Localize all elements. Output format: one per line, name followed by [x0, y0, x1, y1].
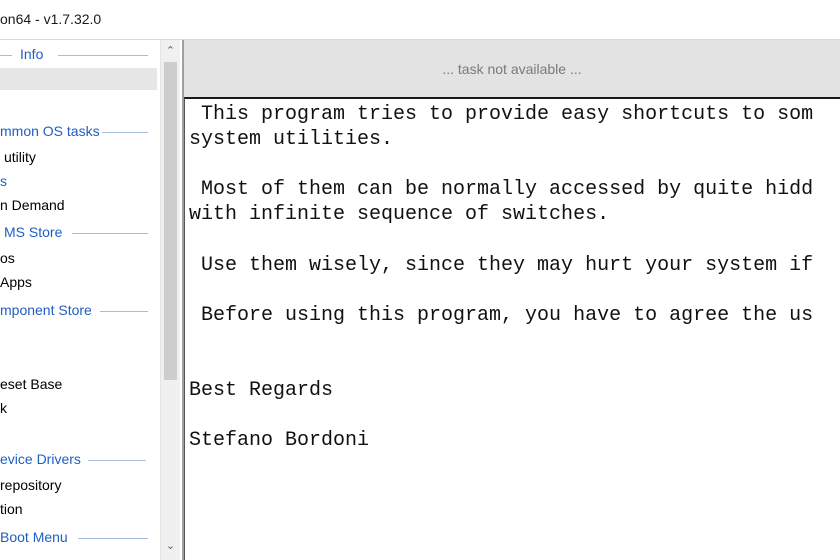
sidebar-item-os[interactable]: os [0, 250, 15, 266]
sidebar-scrollbar[interactable]: ⌃ ⌄ [160, 40, 180, 560]
task-status-text: ... task not available ... [442, 61, 582, 77]
sidebar-item-utility[interactable]: utility [4, 149, 36, 165]
section-header-device-drivers: evice Drivers [0, 451, 148, 467]
window-title: on64 - v1.7.32.0 [0, 11, 102, 27]
sidebar-item-reset-base[interactable]: eset Base [0, 376, 62, 392]
sidebar: Info mmon OS tasks utility s n Demand MS… [0, 40, 184, 560]
signature-name: Stefano Bordoni [189, 429, 370, 452]
task-bar: ... task not available ... [184, 40, 840, 97]
sidebar-item-apps[interactable]: Apps [0, 274, 32, 290]
info-text-area[interactable]: This program tries to provide easy short… [184, 97, 840, 560]
sidebar-item-s[interactable]: s [0, 173, 7, 189]
section-header-label: MS Store [4, 224, 69, 240]
info-text-line: Before using this program, you have to a… [189, 304, 814, 327]
section-header-boot-menu: Boot Menu [0, 529, 148, 545]
scroll-up-icon[interactable]: ⌃ [161, 41, 180, 61]
section-header-ms-store: MS Store [0, 224, 148, 240]
info-text-line: Most of them can be normally accessed by… [189, 178, 814, 201]
section-divider [58, 55, 148, 56]
info-text-line: with infinite sequence of switches. [189, 203, 610, 226]
sidebar-item-k[interactable]: k [0, 400, 7, 416]
sidebar-item-repository[interactable]: repository [0, 477, 61, 493]
section-header-common-os-tasks: mmon OS tasks [0, 123, 148, 139]
info-text-line: Use them wisely, since they may hurt you… [189, 254, 814, 277]
section-divider [0, 55, 12, 56]
sidebar-item-selected[interactable] [0, 68, 157, 90]
section-divider [72, 233, 148, 234]
info-text-line: system utilities. [189, 128, 394, 151]
title-bar: on64 - v1.7.32.0 [0, 0, 840, 40]
sidebar-list: Info mmon OS tasks utility s n Demand MS… [0, 40, 160, 560]
sidebar-item-on-demand[interactable]: n Demand [0, 197, 65, 213]
scroll-down-icon[interactable]: ⌄ [161, 536, 180, 556]
section-divider [78, 538, 148, 539]
info-text-line: This program tries to provide easy short… [189, 103, 814, 126]
section-header-label: Boot Menu [0, 529, 74, 545]
section-header-label: mmon OS tasks [0, 123, 106, 139]
section-header-label: evice Drivers [0, 451, 87, 467]
section-header-label: mponent Store [0, 302, 98, 318]
section-divider [88, 460, 146, 461]
section-header-info: Info [0, 46, 148, 62]
section-header-label: Info [20, 46, 50, 62]
section-header-component-store: mponent Store [0, 302, 148, 318]
scroll-thumb[interactable] [164, 62, 177, 380]
section-divider [100, 311, 148, 312]
sidebar-item-tion[interactable]: tion [0, 501, 23, 517]
section-divider [102, 132, 148, 133]
signature-greeting: Best Regards [189, 379, 334, 402]
